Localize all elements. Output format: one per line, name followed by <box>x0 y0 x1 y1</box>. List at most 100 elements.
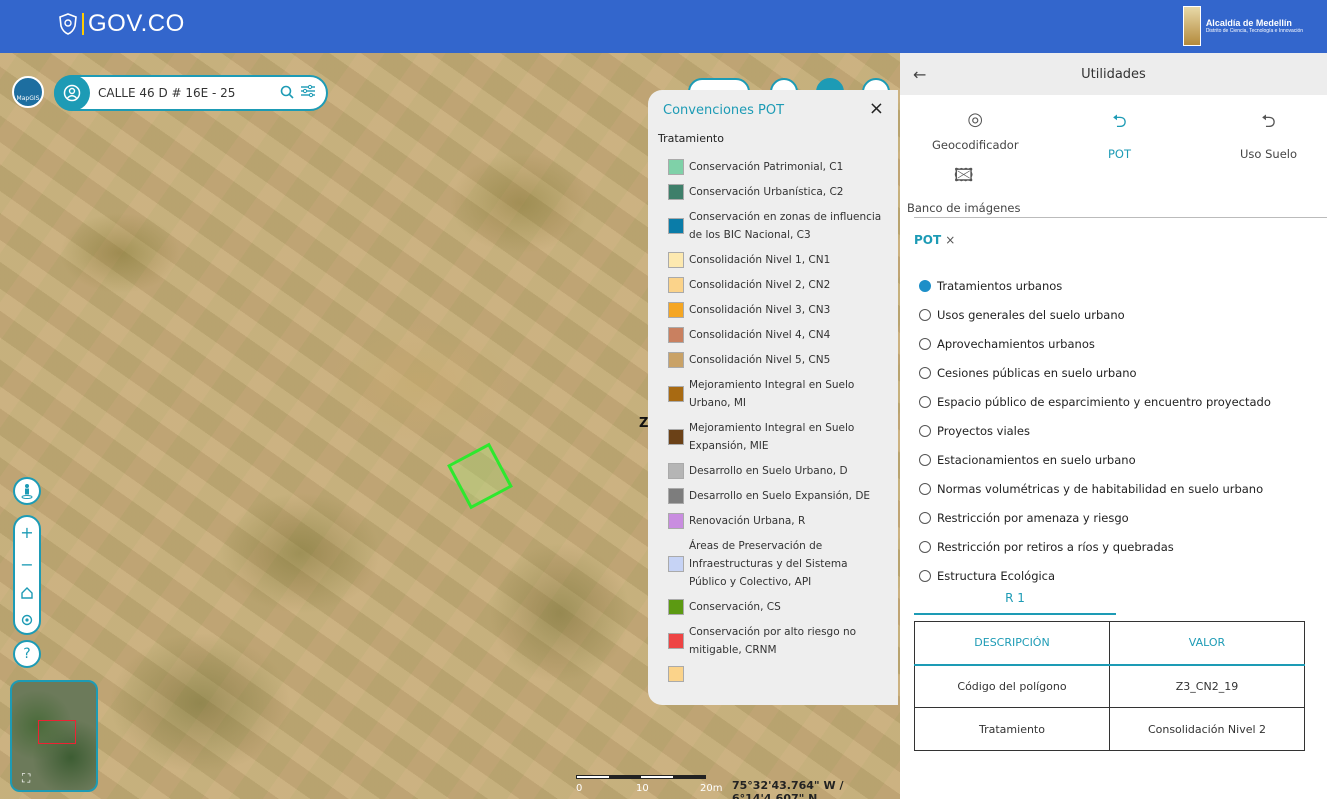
legend-swatch <box>668 159 684 175</box>
pot-filter-chip[interactable]: POT × <box>914 233 955 247</box>
legend-item <box>668 666 888 682</box>
divider <box>914 217 1327 218</box>
radio-empty-icon[interactable] <box>919 482 931 495</box>
legend-label: Desarrollo en Suelo Urbano, D <box>689 465 848 477</box>
zoom-in-icon[interactable]: + <box>20 523 33 542</box>
radio-empty-icon[interactable] <box>919 366 931 379</box>
zoom-controls: + − <box>13 515 41 635</box>
radio-selected-icon[interactable] <box>919 279 931 292</box>
locate-icon[interactable] <box>20 613 34 627</box>
radio-empty-icon[interactable] <box>919 511 931 524</box>
search-input[interactable] <box>98 86 278 100</box>
alcaldia-logo[interactable]: Alcaldía de Medellín Distrito de Ciencia… <box>1182 6 1303 46</box>
overview-minimap[interactable]: ⛶ <box>10 680 98 792</box>
help-icon[interactable]: ? <box>13 640 41 668</box>
route-icon: ⮌ <box>1112 111 1127 132</box>
search-icon[interactable] <box>280 84 294 103</box>
radio-option[interactable]: Tratamientos urbanos <box>919 271 1271 300</box>
legend-item: Conservación Patrimonial, C1 <box>668 158 888 176</box>
radio-empty-icon[interactable] <box>919 569 931 582</box>
radio-option[interactable]: Normas volumétricas y de habitabilidad e… <box>919 474 1271 503</box>
radio-option[interactable]: Estructura Ecológica <box>919 561 1271 590</box>
expand-icon[interactable]: ⛶ <box>22 771 30 786</box>
zoom-out-icon[interactable]: − <box>20 555 33 574</box>
radio-empty-icon[interactable] <box>919 337 931 350</box>
radio-empty-icon[interactable] <box>919 395 931 408</box>
close-icon[interactable]: × <box>869 98 884 119</box>
radio-empty-icon[interactable] <box>919 308 931 321</box>
tab-r1[interactable]: R 1 <box>914 591 1116 615</box>
table-cell: Consolidación Nivel 2 <box>1109 707 1305 751</box>
legend-label: Consolidación Nivel 5, CN5 <box>689 354 831 366</box>
radio-label: Restricción por retiros a ríos y quebrad… <box>937 539 1174 554</box>
conventions-legend-panel: Convenciones POT × Tratamiento Conservac… <box>648 90 898 705</box>
table-row: Código del polígono Z3_CN2_19 <box>914 664 1305 708</box>
selected-polygon[interactable] <box>447 442 513 510</box>
legend-item: Desarrollo en Suelo Expansión, DE <box>668 487 888 505</box>
legend-item: Consolidación Nivel 4, CN4 <box>668 326 888 344</box>
legend-item: Consolidación Nivel 1, CN1 <box>668 251 888 269</box>
scale-bar: 0 10 20m <box>576 773 722 797</box>
back-arrow-icon[interactable]: ← <box>913 65 926 84</box>
tool-geocodificador[interactable]: ◎ Geocodificador <box>932 109 1019 152</box>
shield-icon <box>59 13 77 35</box>
legend-item: Renovación Urbana, R <box>668 512 888 530</box>
radio-label: Espacio público de esparcimiento y encue… <box>937 394 1271 409</box>
tool-banco-imagenes[interactable]: 🖾 Banco de imágenes <box>907 163 1020 215</box>
gov-logo[interactable]: GOV.CO <box>58 10 185 38</box>
table-row: Tratamiento Consolidación Nivel 2 <box>914 707 1305 751</box>
legend-label: Consolidación Nivel 2, CN2 <box>689 279 831 291</box>
radio-option[interactable]: Cesiones públicas en suelo urbano <box>919 358 1271 387</box>
alcaldia-subtitle: Distrito de Ciencia, Tecnología e Innova… <box>1205 28 1303 34</box>
close-icon[interactable]: × <box>945 233 955 247</box>
radio-option[interactable]: Restricción por amenaza y riesgo <box>919 503 1271 532</box>
tool-label: Banco de imágenes <box>907 201 1021 215</box>
street-view-icon[interactable] <box>13 477 41 505</box>
radio-label: Tratamientos urbanos <box>937 278 1063 293</box>
legend-item: Desarrollo en Suelo Urbano, D <box>668 462 888 480</box>
chip-label: POT <box>914 233 942 247</box>
radio-empty-icon[interactable] <box>919 540 931 553</box>
alcaldia-emblem <box>1182 6 1201 46</box>
mapgis-logo[interactable]: MapGIS <box>12 76 44 108</box>
minimap-extent <box>38 720 76 744</box>
tool-pot[interactable]: ⮌ POT <box>1108 109 1131 161</box>
tool-uso-suelo[interactable]: ⮌ Uso Suelo <box>1240 109 1297 161</box>
legend-label: Conservación Patrimonial, C1 <box>689 161 844 173</box>
image-icon: 🖾 <box>953 165 974 186</box>
radio-empty-icon[interactable] <box>919 453 931 466</box>
legend-swatch <box>668 556 684 572</box>
home-icon[interactable] <box>20 586 34 600</box>
legend-label: Desarrollo en Suelo Expansión, DE <box>689 490 871 502</box>
column-header-descripcion: DESCRIPCIÓN <box>914 621 1110 666</box>
target-icon: ◎ <box>967 109 984 130</box>
radio-option[interactable]: Restricción por retiros a ríos y quebrad… <box>919 532 1271 561</box>
radio-option[interactable]: Espacio público de esparcimiento y encue… <box>919 387 1271 416</box>
legend-swatch <box>668 599 684 615</box>
radio-option[interactable]: Aprovechamientos urbanos <box>919 329 1271 358</box>
legend-list: Conservación Patrimonial, C1 Conservación… <box>668 158 888 689</box>
radio-option[interactable]: Usos generales del suelo urbano <box>919 300 1271 329</box>
scale-label: 10 <box>636 783 649 794</box>
filter-sliders-icon[interactable] <box>300 84 316 102</box>
gov-logo-text: GOV.CO <box>88 10 185 37</box>
radio-option[interactable]: Estacionamientos en suelo urbano <box>919 445 1271 474</box>
legend-swatch <box>668 302 684 318</box>
legend-item: Áreas de Preservación de Infraestructura… <box>668 537 888 591</box>
legend-swatch <box>668 218 684 234</box>
user-location-icon[interactable] <box>54 75 90 111</box>
legend-swatch <box>668 488 684 504</box>
radio-empty-icon[interactable] <box>919 424 931 437</box>
scale-label: 20m <box>700 783 723 794</box>
logo-separator <box>82 13 84 35</box>
radio-label: Restricción por amenaza y riesgo <box>937 510 1129 525</box>
legend-item: Conservación Urbanística, C2 <box>668 183 888 201</box>
radio-option[interactable]: Proyectos viales <box>919 416 1271 445</box>
legend-swatch <box>668 184 684 200</box>
legend-swatch <box>668 429 684 445</box>
legend-label: Consolidación Nivel 1, CN1 <box>689 254 831 266</box>
address-search-bar[interactable] <box>54 75 328 111</box>
legend-label: Renovación Urbana, R <box>689 515 806 527</box>
legend-label: Conservación Urbanística, C2 <box>689 186 844 198</box>
coordinates-readout: 75°32'43.764" W / 6°14'4.607" N <box>732 779 844 799</box>
